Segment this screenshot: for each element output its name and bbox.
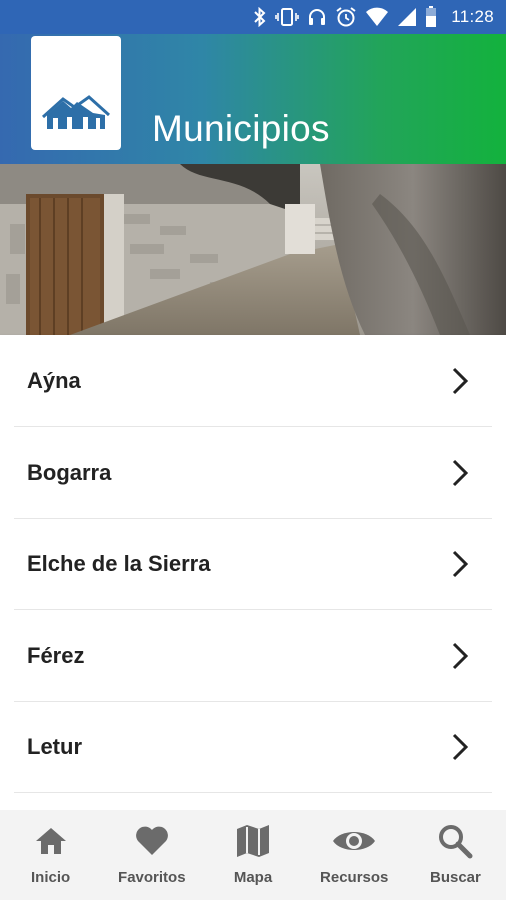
search-icon	[437, 822, 473, 860]
map-icon	[235, 822, 271, 860]
status-time: 11:28	[451, 7, 494, 26]
list-item[interactable]: Elche de la Sierra	[14, 518, 492, 610]
battery-icon	[425, 6, 437, 28]
headset-icon	[307, 6, 327, 28]
nav-buscar[interactable]: Buscar	[405, 810, 506, 900]
status-bar: 11:28	[0, 0, 506, 34]
bluetooth-icon	[253, 6, 267, 28]
houses-logo-icon	[41, 93, 111, 138]
app-screen: 11:28 Municipios Aýna Bogarra Elche de l…	[0, 0, 506, 900]
chevron-right-icon	[450, 732, 470, 762]
list-item[interactable]: Bogarra	[14, 427, 492, 519]
nav-mapa[interactable]: Mapa	[202, 810, 303, 900]
page-title: Municipios	[152, 108, 330, 149]
nav-inicio[interactable]: Inicio	[0, 810, 101, 900]
list-item[interactable]: Férez	[14, 610, 492, 702]
nav-label: Buscar	[429, 869, 481, 886]
municipality-name: Bogarra	[27, 459, 112, 485]
bottom-navigation: Inicio Favoritos Mapa Recursos Buscar	[0, 810, 506, 900]
eye-icon	[331, 822, 377, 860]
nav-recursos[interactable]: Recursos	[304, 810, 405, 900]
nav-label: Favoritos	[118, 869, 186, 886]
app-header: Municipios	[0, 34, 506, 164]
vibrate-icon	[275, 6, 300, 28]
signal-icon	[397, 6, 417, 28]
app-logo[interactable]	[31, 36, 121, 150]
nav-label: Recursos	[320, 869, 389, 886]
home-icon	[34, 822, 68, 860]
heart-icon	[134, 822, 170, 860]
chevron-right-icon	[450, 549, 470, 579]
nav-label: Inicio	[31, 869, 71, 886]
municipality-name: Aýna	[27, 367, 81, 393]
chevron-right-icon	[450, 458, 470, 488]
alarm-icon	[335, 6, 357, 28]
municipality-name: Elche de la Sierra	[27, 550, 211, 576]
municipality-name: Férez	[27, 642, 85, 668]
nav-favoritos[interactable]: Favoritos	[101, 810, 202, 900]
wifi-icon	[365, 6, 389, 28]
municipality-name: Letur	[27, 733, 82, 759]
municipality-list: Aýna Bogarra Elche de la Sierra Férez Le…	[0, 335, 506, 810]
nav-label: Mapa	[233, 869, 273, 886]
chevron-right-icon	[450, 366, 470, 396]
chevron-right-icon	[450, 641, 470, 671]
list-item[interactable]: Letur	[14, 701, 492, 793]
hero-image	[0, 164, 506, 335]
list-item[interactable]: Aýna	[14, 335, 492, 427]
